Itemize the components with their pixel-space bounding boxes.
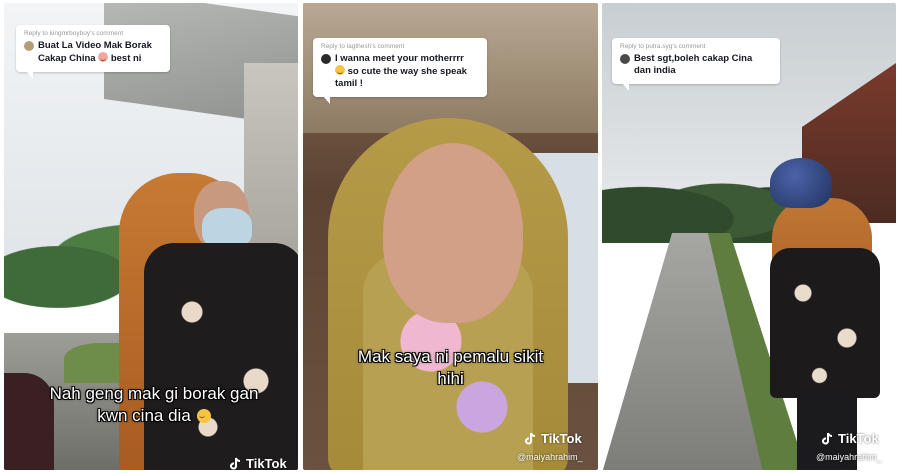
comment-text: I wanna meet your motherrrr xyxy=(335,53,464,64)
commenter-avatar xyxy=(620,54,630,64)
laughing-emoji-icon xyxy=(196,409,211,423)
commenter-avatar xyxy=(321,54,331,64)
video-caption: Mak saya ni pemalu sikit hihi xyxy=(303,346,598,390)
smiling-emoji-icon xyxy=(98,52,109,62)
comment-text-tail: so cute the way she speak tamil ! xyxy=(335,66,467,89)
caption-line-2: hihi xyxy=(437,369,464,388)
reply-comment-bubble[interactable]: Reply to lagthesh's comment I wanna meet… xyxy=(313,38,487,104)
tiktok-watermark: TikTok xyxy=(230,456,287,470)
tiktok-note-icon xyxy=(230,457,241,470)
tiktok-watermark: TikTok xyxy=(822,431,879,446)
tiktok-watermark: TikTok xyxy=(525,431,582,446)
commenter-avatar xyxy=(24,41,34,51)
video-panel-2[interactable]: Reply to lagthesh's comment I wanna meet… xyxy=(303,3,598,470)
comment-text-tail: dan india xyxy=(634,65,676,76)
reply-comment-bubble[interactable]: Reply to kingmrboyboy's comment Buat La … xyxy=(16,25,170,79)
smiling-emoji-icon xyxy=(335,65,345,75)
reply-comment-bubble[interactable]: Reply to putra.syg's comment Best sgt,bo… xyxy=(612,38,780,91)
reply-to-label: Reply to lagthesh's comment xyxy=(321,43,405,50)
video-caption: Nah geng mak gi borak gan kwn cina dia xyxy=(14,383,294,427)
comment-text-tail: best ni xyxy=(110,53,142,64)
tiktok-logo-text: TikTok xyxy=(541,431,582,446)
comment-text: Best sgt,boleh cakap Cina xyxy=(634,53,753,64)
caption-line-2: kwn cina dia xyxy=(97,406,191,425)
creator-handle[interactable]: @maiyahrahim_ xyxy=(816,452,882,462)
reply-to-label: Reply to kingmrboyboy's comment xyxy=(24,30,124,37)
tiktok-logo-text: TikTok xyxy=(246,456,287,470)
tiktok-note-icon xyxy=(525,432,536,445)
creator-handle[interactable]: @maiyahrahim_ xyxy=(517,452,583,462)
caption-line-1: Mak saya ni pemalu sikit xyxy=(357,347,544,366)
tiktok-note-icon xyxy=(822,432,833,445)
caption-line-1: Nah geng mak gi borak gan xyxy=(49,384,259,403)
tiktok-logo-text: TikTok xyxy=(838,431,879,446)
video-panel-3[interactable]: Reply to putra.syg's comment Best sgt,bo… xyxy=(602,3,896,470)
reply-to-label: Reply to putra.syg's comment xyxy=(620,43,706,50)
video-panel-1[interactable]: Reply to kingmrboyboy's comment Buat La … xyxy=(4,3,298,470)
